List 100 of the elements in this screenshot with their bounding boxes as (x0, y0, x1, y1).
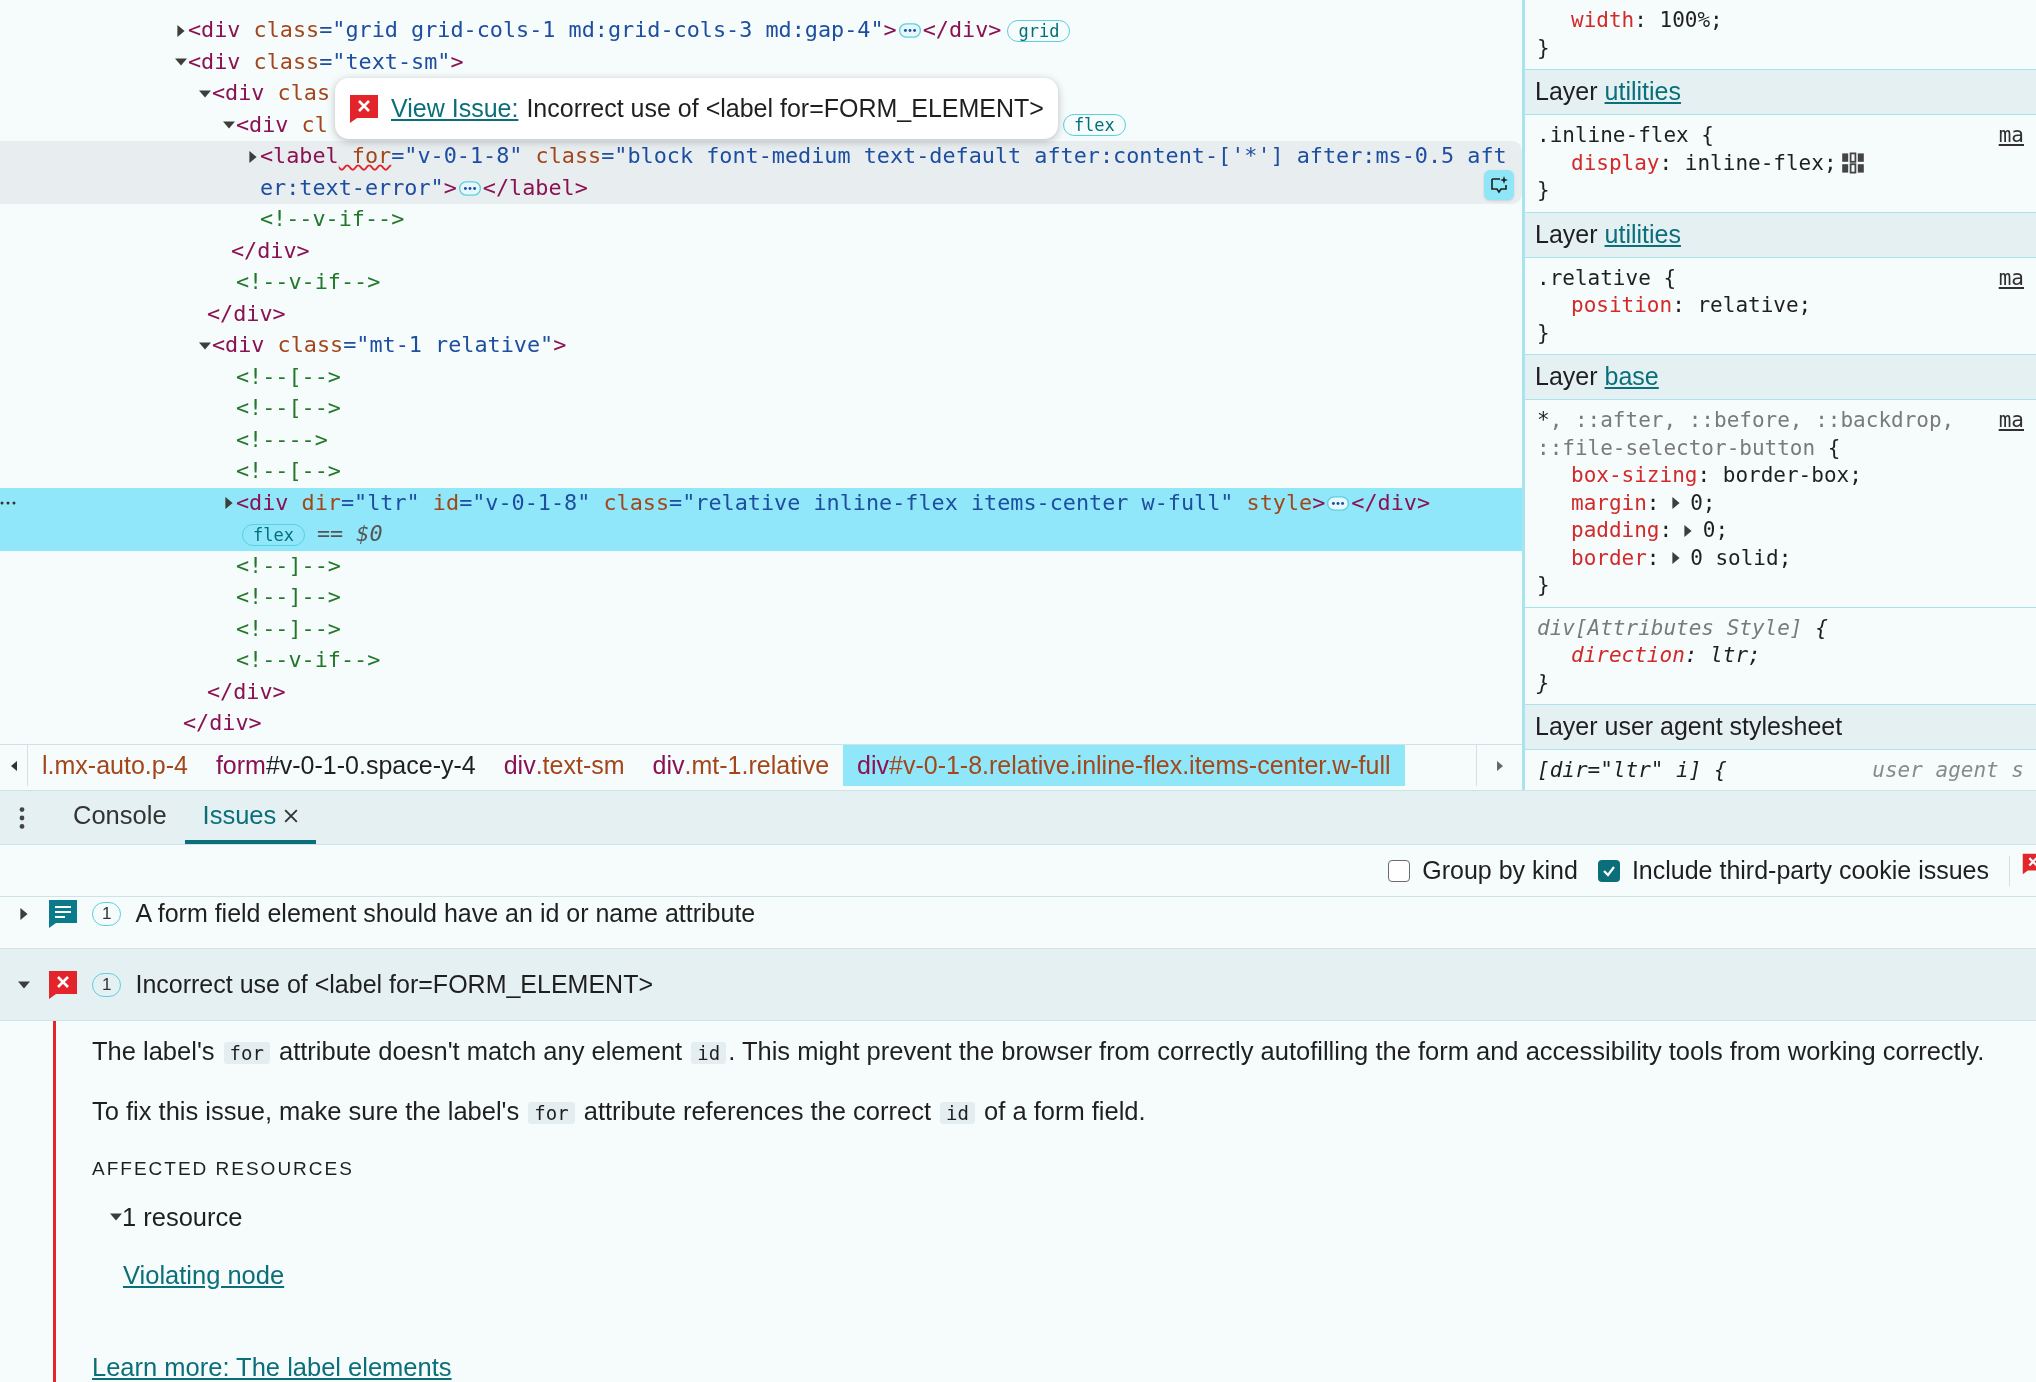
css-selector: div[Attributes Style] { (1537, 614, 1828, 642)
source-link[interactable]: ma (1998, 264, 2024, 292)
css-colon: : (1672, 292, 1685, 319)
markup-text: </div> (183, 709, 262, 738)
view-issue-link[interactable]: View Issue: (391, 89, 519, 128)
css-selector: *, ::after, ::before, ::backdrop, (1537, 407, 1955, 434)
markup-text: <!--v-if--> (236, 646, 381, 675)
css-value: 100%; (1658, 7, 1723, 34)
learn-more-link[interactable]: Learn more: The label elements (92, 1353, 452, 1381)
source-link[interactable]: ma (1998, 407, 2024, 435)
flexbox-editor-icon[interactable] (1840, 151, 1865, 176)
console-reference: == $0 (316, 520, 383, 549)
layer-link[interactable]: base (1604, 358, 1659, 396)
layer-label: Layer user agent stylesheet (1535, 711, 1843, 743)
css-value: 0; (1689, 489, 1716, 517)
markup-text: <!--]--> (236, 583, 341, 612)
drawer-tab[interactable]: Issues (184, 791, 317, 844)
markup-text: <div dir="ltr" id="v-0-1-8" class="relative inline-flex items-center w-full" style> (236, 488, 1326, 517)
caret-right-icon[interactable] (223, 497, 235, 510)
ellipsis-icon[interactable] (458, 180, 481, 196)
css-value: relative; (1696, 292, 1812, 319)
caret-down-icon[interactable] (199, 339, 211, 352)
css-colon: : (1646, 489, 1660, 517)
caret-down-icon[interactable] (110, 1210, 122, 1223)
issue-title: A form field element should have an id or name attribute (135, 897, 756, 929)
tooltip-text: Incorrect use of <label for=FORM_ELEMENT> (526, 92, 1044, 124)
breadcrumb[interactable]: div.mt-1.relative (638, 745, 844, 786)
source-link[interactable]: ma (1998, 122, 2024, 150)
more-options-icon[interactable] (19, 805, 25, 830)
css-colon: : (1697, 462, 1711, 489)
css-value: 0; (1701, 517, 1729, 544)
layer-link[interactable]: utilities (1604, 73, 1681, 111)
caret-down-icon[interactable] (199, 87, 211, 100)
breadcrumb[interactable]: div#v-0-1-8.relative.inline-flex.items-center.w-full (843, 745, 1405, 786)
markup-text: </div> (1351, 488, 1431, 517)
markup-text: er:text-error"> (260, 173, 457, 202)
source-link[interactable]: user agent s (1872, 757, 2024, 785)
markup-text: <div class="mt-1 relative"> (212, 331, 567, 360)
caret-right-icon[interactable] (1669, 497, 1682, 510)
dots-icon[interactable] (0, 500, 16, 505)
issue-row[interactable]: 1 Incorrect use of <label for=FORM_ELEMENT> (0, 949, 2036, 1021)
tree-row[interactable]: <div dir="ltr" id="v-0-1-8" class="relative inline-flex items-center w-full" style> </div> flex == $0 (0, 487, 1522, 551)
violating-node-link[interactable]: Violating node (123, 1260, 285, 1289)
markup-text: <!--v-if--> (236, 268, 381, 297)
css-colon: : (1659, 149, 1673, 177)
markup-text: <!--]--> (236, 614, 341, 643)
markup-text: <div class="text-sm"> (188, 47, 464, 76)
ai-assistant-button[interactable] (1484, 170, 1514, 200)
css-selector: ::file-selector-button { (1537, 434, 1841, 462)
checkbox[interactable] (1388, 859, 1411, 882)
css-property: position (1571, 292, 1673, 319)
issue-description: The label's for attribute doesn't match any element id . This might prevent the browser from correctly autofilling the form and accessibility tools from working correctly. (92, 1036, 1986, 1067)
drawer-tab[interactable]: Console (55, 791, 185, 844)
css-property: box-sizing (1571, 462, 1698, 489)
css-property: border (1571, 544, 1647, 572)
css-colon: : (1634, 7, 1647, 34)
css-selector: .relative { (1537, 264, 1677, 292)
issue-description: To fix this issue, make sure the label's for attribute references the correct id of a form field. (92, 1096, 1147, 1127)
css-colon: : (1646, 544, 1660, 572)
layer-label: Layer (1535, 361, 1598, 393)
css-property: width (1571, 7, 1635, 34)
breadcrumb[interactable]: form#v-0-1-0.space-y-4 (201, 745, 490, 786)
closing-brace: } (1537, 177, 1551, 204)
option-label: Include third-party cookie issues (1631, 854, 1989, 886)
markup-text: <div cl (236, 110, 328, 139)
markup-text: <!--[--> (236, 362, 341, 391)
closing-brace: } (1537, 319, 1551, 347)
resource-count: 1 resource (122, 1201, 243, 1233)
markup-text: <div class="grid grid-cols-1 md:grid-cols-3 md:gap-4"> (188, 16, 897, 45)
chat-sparkle-icon (1489, 175, 1509, 195)
layer-label: Layer (1535, 76, 1598, 108)
css-property: padding (1571, 517, 1660, 544)
caret-right-icon[interactable] (1669, 552, 1682, 565)
closing-brace: } (1537, 669, 1551, 697)
css-property: display (1571, 149, 1660, 177)
breadcrumb[interactable]: l.mx-auto.p-4 (28, 745, 202, 786)
css-property: margin (1571, 489, 1647, 517)
issue-title: Incorrect use of <label for=FORM_ELEMENT> (135, 968, 654, 1000)
caret-right-icon[interactable] (175, 24, 187, 37)
checkbox[interactable] (1597, 859, 1620, 882)
css-value: ltr; (1709, 642, 1761, 669)
css-value: border-box; (1721, 462, 1862, 489)
markup-text: <div clas (212, 79, 331, 108)
closing-brace: } (1537, 34, 1551, 62)
layer-link[interactable]: utilities (1604, 215, 1681, 254)
tree-row[interactable]: <label for="v-0-1-8" class="block font-medium text-default after:content-['*'] after:ms-0.5 aft er:text-error"> </label> (0, 141, 1522, 204)
caret-right-icon (1494, 760, 1505, 771)
error-icon (349, 93, 379, 124)
caret-down-icon[interactable] (18, 978, 30, 991)
caret-right-icon[interactable] (18, 907, 30, 920)
ellipsis-icon[interactable] (898, 23, 921, 39)
markup-text: </div> (207, 299, 286, 328)
close-icon[interactable] (284, 808, 299, 823)
message-icon (48, 898, 78, 929)
breadcrumb[interactable]: div.text-sm (489, 745, 639, 786)
css-value: 0 solid; (1689, 544, 1792, 572)
ellipsis-icon[interactable] (1327, 495, 1350, 511)
caret-right-icon[interactable] (247, 150, 259, 163)
option-label: Group by kind (1422, 854, 1578, 886)
section-heading: AFFECTED RESOURCES (92, 1157, 355, 1181)
